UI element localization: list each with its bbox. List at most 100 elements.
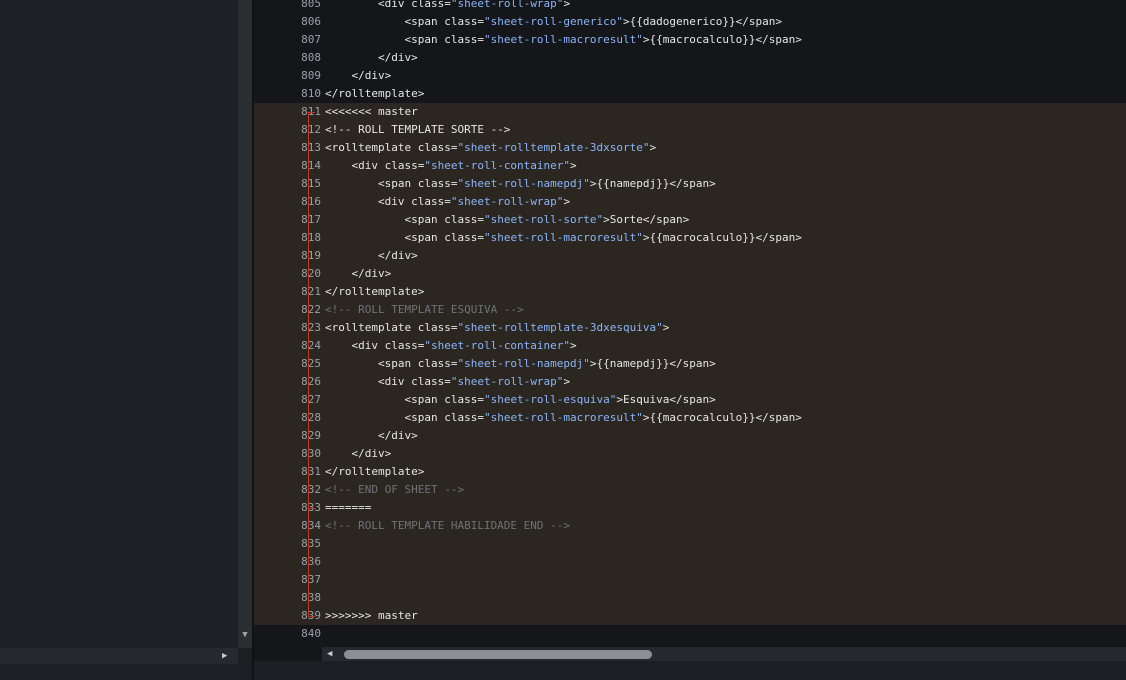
string-token: "sheet-roll-macroresult"	[483, 231, 643, 244]
code-line[interactable]: 808 </div>	[254, 49, 1126, 67]
line-number-text: 816	[301, 195, 321, 208]
line-number: 836	[254, 553, 321, 571]
code-line[interactable]: 823 <rolltemplate class="sheet-rolltempla…	[254, 319, 1126, 337]
code-line[interactable]: 837	[254, 571, 1126, 589]
code-line[interactable]: 833 =======	[254, 499, 1126, 517]
code-line[interactable]: 805 <div class="sheet-roll-wrap">	[254, 0, 1126, 13]
code-line[interactable]: 814 <div class="sheet-roll-container">	[254, 157, 1126, 175]
scrollbar-thumb[interactable]	[344, 650, 652, 659]
code-token: </div>	[325, 429, 418, 442]
line-number-text: 828	[301, 411, 321, 424]
code-line[interactable]: 831 </rolltemplate>	[254, 463, 1126, 481]
code-line[interactable]: 811 <<<<<<< master	[254, 103, 1126, 121]
code-token: >	[570, 339, 577, 352]
code-line[interactable]: 822 <!-- ROLL TEMPLATE ESQUIVA -->	[254, 301, 1126, 319]
explorer-vertical-scrollbar[interactable]	[238, 0, 252, 648]
code-line[interactable]: 827 <span class="sheet-roll-esquiva">Esq…	[254, 391, 1126, 409]
code-text: <div class="sheet-roll-wrap">	[325, 373, 570, 391]
code-line[interactable]: 810 </rolltemplate>	[254, 85, 1126, 103]
code-token: <div class=	[325, 0, 451, 10]
code-line[interactable]: 820 </div>	[254, 265, 1126, 283]
line-number-text: 812	[301, 123, 321, 136]
line-number-text: 817	[301, 213, 321, 226]
comment-token: <!-- ROLL TEMPLATE ESQUIVA -->	[325, 303, 524, 316]
code-line[interactable]: 839 >>>>>>> master	[254, 607, 1126, 625]
code-line[interactable]: 830 </div>	[254, 445, 1126, 463]
code-line[interactable]: 829 </div>	[254, 427, 1126, 445]
line-number-text: 838	[301, 591, 321, 604]
chevron-right-icon[interactable]: ▶	[222, 650, 232, 662]
code-token: >{{macrocalculo}}</span>	[642, 411, 802, 424]
code-token: <span class=	[325, 15, 484, 28]
code-line[interactable]: 806 <span class="sheet-roll-generico">{{…	[254, 13, 1126, 31]
code-line[interactable]: 824 <div class="sheet-roll-container">	[254, 337, 1126, 355]
code-line[interactable]: 825 <span class="sheet-roll-namepdj">{{n…	[254, 355, 1126, 373]
code-text: <span class="sheet-roll-macroresult">{{m…	[325, 409, 802, 427]
merge-conflict-tick	[308, 112, 315, 113]
code-line[interactable]: 819 </div>	[254, 247, 1126, 265]
chevron-down-icon[interactable]: ▼	[240, 630, 250, 640]
string-token: "sheet-roll-namepdj"	[457, 177, 590, 190]
line-number-text: 806	[301, 15, 321, 28]
code-line[interactable]: 813 <rolltemplate class="sheet-rolltempla…	[254, 139, 1126, 157]
code-token: <div class=	[325, 339, 425, 352]
line-number: 822	[254, 301, 321, 319]
code-line[interactable]: 838	[254, 589, 1126, 607]
code-token: >	[570, 159, 577, 172]
code-line[interactable]: 836	[254, 553, 1126, 571]
string-token: "sheet-rolltemplate-3dxsorte"	[457, 141, 650, 154]
code-text: </div>	[325, 67, 391, 85]
chevron-left-icon[interactable]: ◀	[327, 648, 332, 660]
code-line[interactable]: 828 <span class="sheet-roll-macroresult"…	[254, 409, 1126, 427]
code-text: <span class="sheet-roll-generico">{{dado…	[325, 13, 782, 31]
line-number: 832	[254, 481, 321, 499]
code-token: >{{dadogenerico}}</span>	[623, 15, 782, 28]
code-token: >	[563, 375, 571, 388]
line-number-text: 837	[301, 573, 321, 586]
code-line[interactable]: 818 <span class="sheet-roll-macroresult"…	[254, 229, 1126, 247]
code-token: <span class=	[325, 231, 484, 244]
code-line[interactable]: 821 </rolltemplate>	[254, 283, 1126, 301]
code-line[interactable]: 840	[254, 625, 1126, 643]
code-line[interactable]: 832 <!-- END OF SHEET -->	[254, 481, 1126, 499]
line-number: 819	[254, 247, 321, 265]
string-token: "sheet-roll-wrap"	[450, 195, 564, 208]
code-line[interactable]: 816 <div class="sheet-roll-wrap">	[254, 193, 1126, 211]
code-line[interactable]: 835	[254, 535, 1126, 553]
line-number-text: 823	[301, 321, 321, 334]
code-token: </div>	[325, 267, 392, 280]
code-line[interactable]: 807 <span class="sheet-roll-macroresult"…	[254, 31, 1126, 49]
line-number-text: 814	[301, 159, 321, 172]
code-token: <span class=	[325, 33, 484, 46]
line-number-text: 810	[301, 87, 321, 100]
code-token: <span class=	[325, 177, 458, 190]
code-line[interactable]: 809 </div>	[254, 67, 1126, 85]
code-line[interactable]: 815 <span class="sheet-roll-namepdj">{{n…	[254, 175, 1126, 193]
code-text: <!-- ROLL TEMPLATE ESQUIVA -->	[325, 301, 524, 319]
line-number: 835	[254, 535, 321, 553]
code-token: <rolltemplate class=	[325, 141, 458, 154]
code-token: <span class=	[325, 411, 484, 424]
code-editor[interactable]: 805 <div class="sheet-roll-wrap"> 806 <sp…	[254, 0, 1126, 648]
line-number-text: 819	[301, 249, 321, 262]
line-number-text: 807	[301, 33, 321, 46]
code-token: <div class=	[325, 195, 451, 208]
explorer-horizontal-scrollbar[interactable]	[0, 648, 238, 664]
code-token: >	[662, 321, 670, 334]
code-token: >>>>>>> master	[325, 609, 418, 622]
line-number: 824	[254, 337, 321, 355]
code-text: </div>	[325, 49, 418, 67]
code-token: <!-- ROLL TEMPLATE SORTE -->	[325, 123, 511, 136]
line-number: 826	[254, 373, 321, 391]
line-number: 806	[254, 13, 321, 31]
code-text: <div class="sheet-roll-wrap">	[325, 193, 570, 211]
line-number: 805	[254, 0, 321, 13]
code-line[interactable]: 812 <!-- ROLL TEMPLATE SORTE -->	[254, 121, 1126, 139]
code-line[interactable]: 826 <div class="sheet-roll-wrap">	[254, 373, 1126, 391]
code-text: </div>	[325, 247, 418, 265]
code-line[interactable]: 817 <span class="sheet-roll-sorte">Sorte…	[254, 211, 1126, 229]
code-text: </rolltemplate>	[325, 283, 424, 301]
line-number: 827	[254, 391, 321, 409]
code-token: =======	[325, 501, 372, 514]
code-line[interactable]: 834 <!-- ROLL TEMPLATE HABILIDADE END -->	[254, 517, 1126, 535]
